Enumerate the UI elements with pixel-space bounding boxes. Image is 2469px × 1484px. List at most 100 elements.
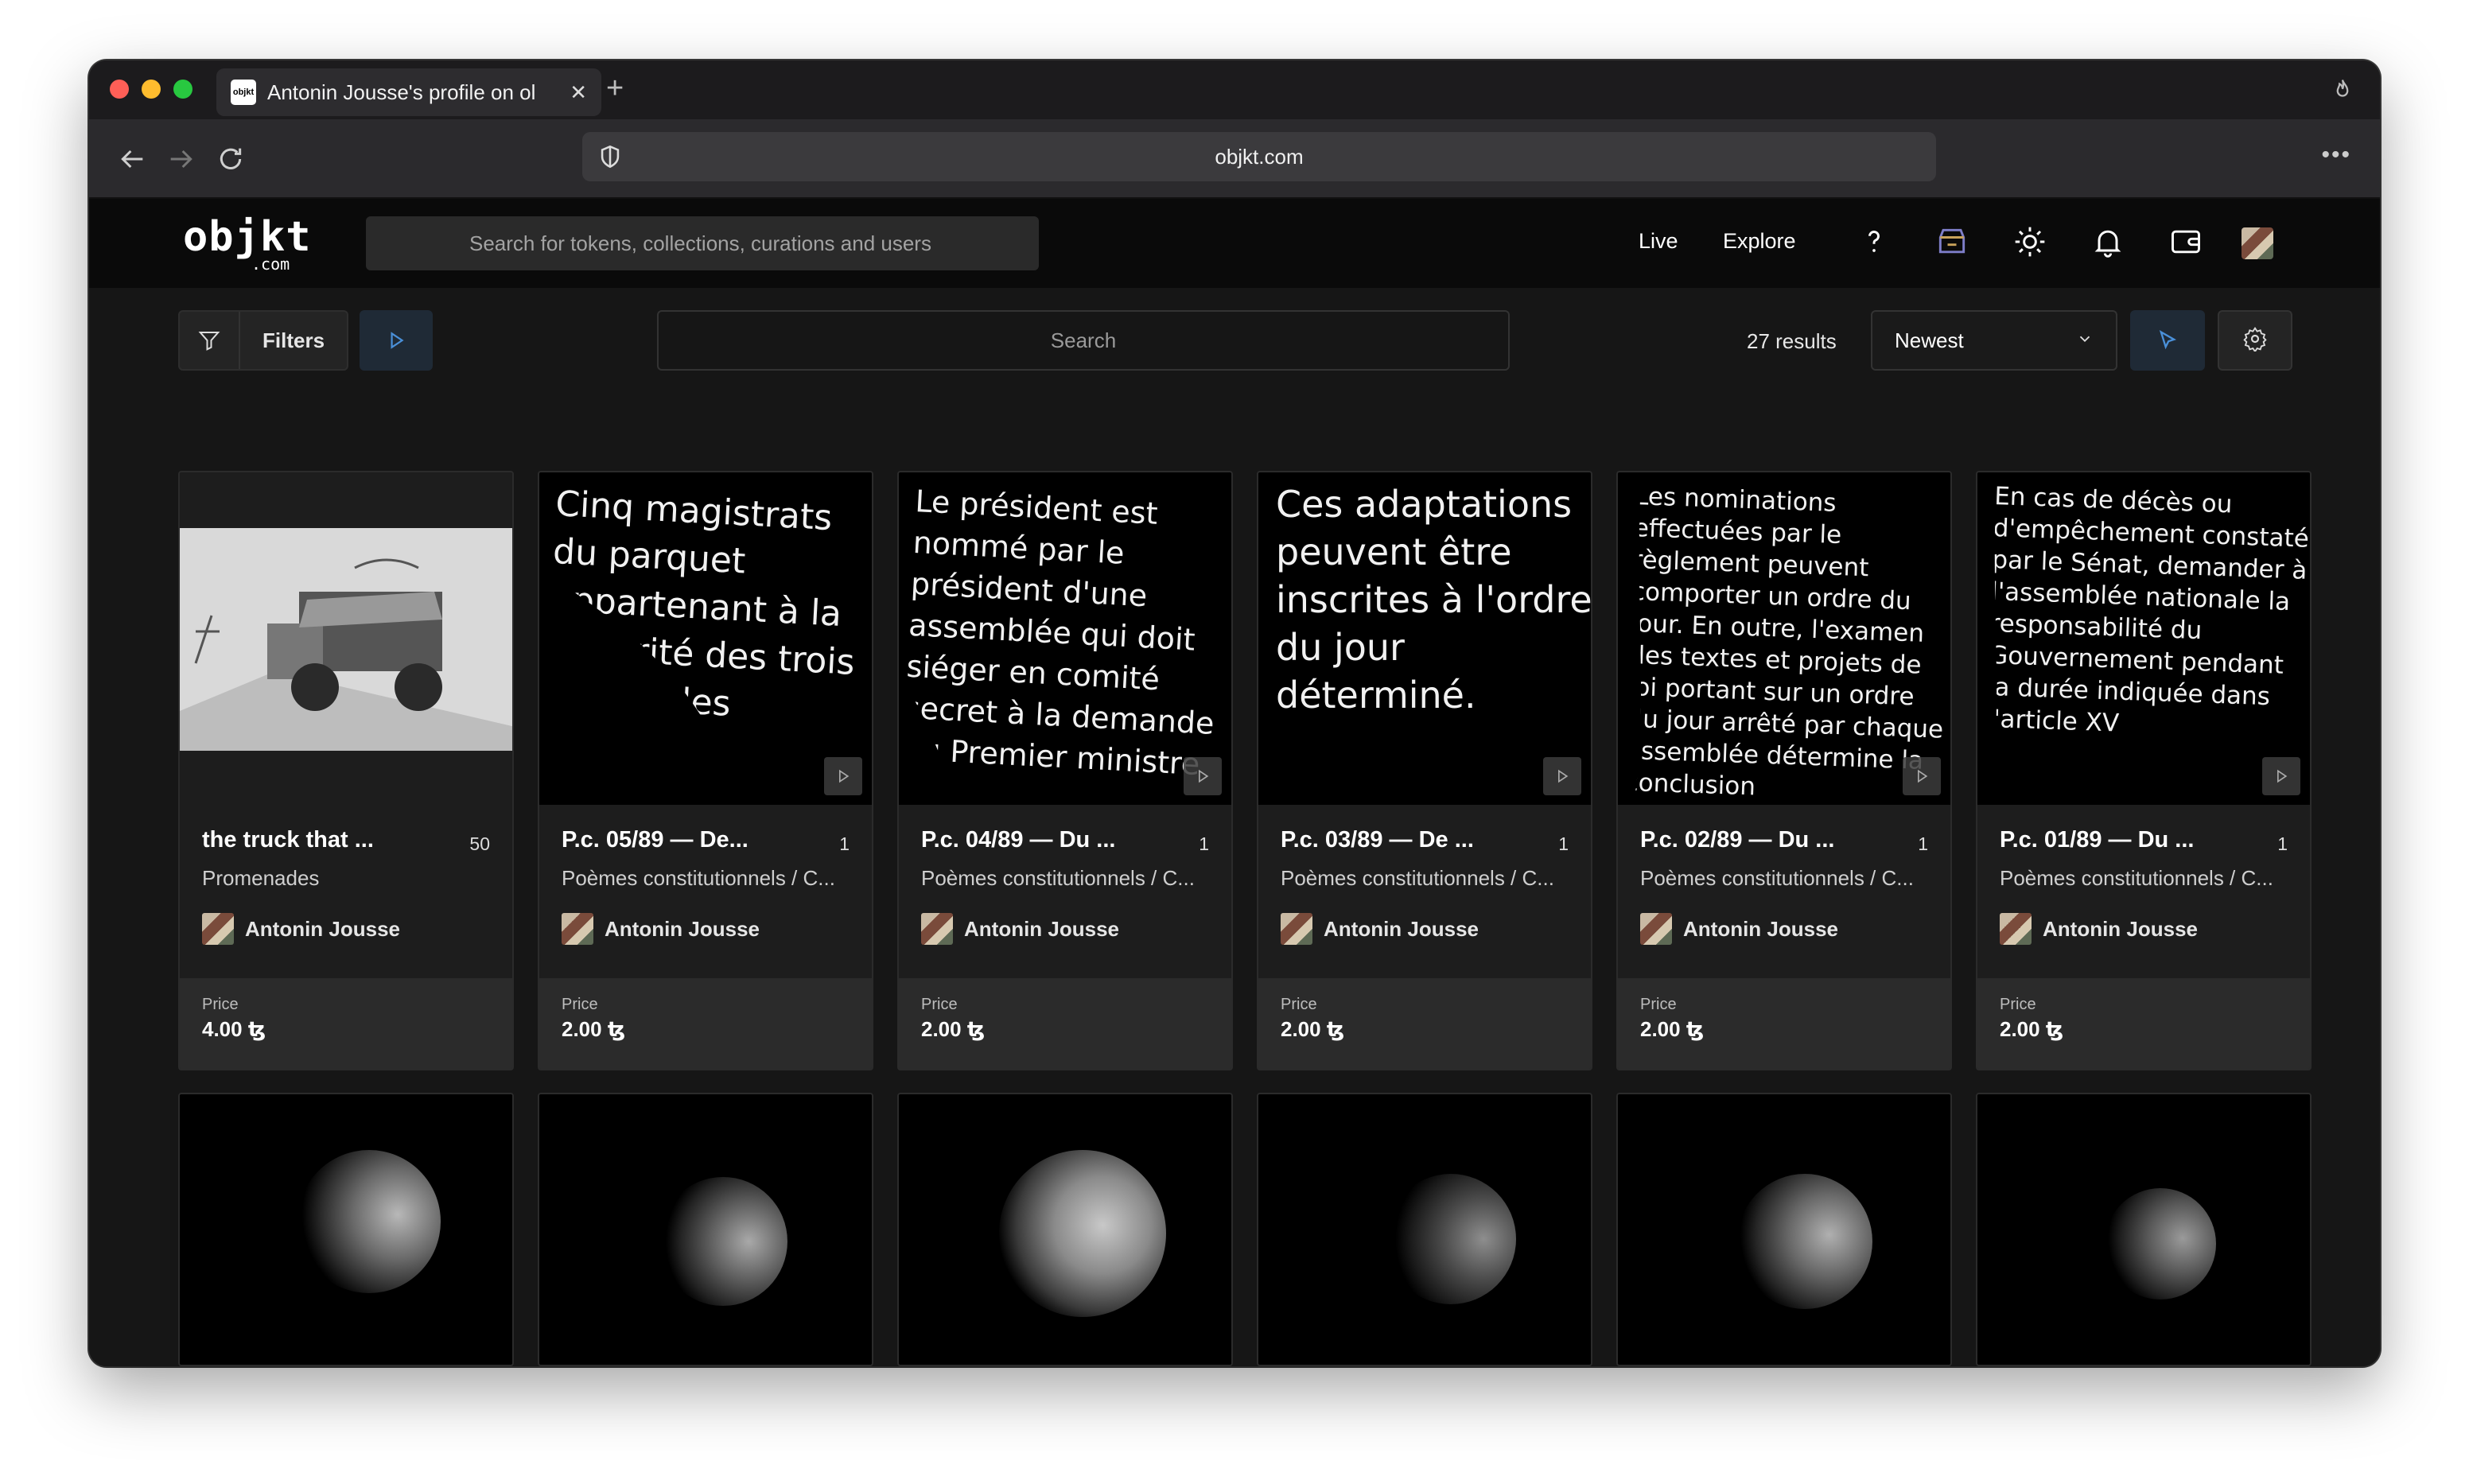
new-tab-button[interactable]: + xyxy=(606,72,624,106)
token-search-input[interactable]: Search xyxy=(657,310,1510,371)
price-value: 2.00 ꜩ xyxy=(562,1017,626,1041)
token-image[interactable] xyxy=(180,472,512,805)
curtain-shadow-shape xyxy=(899,670,962,804)
poem-text-image: Ces adaptations peuvent être inscrites à… xyxy=(1276,483,1591,717)
token-image[interactable] xyxy=(1258,1094,1591,1365)
play-icon[interactable] xyxy=(2262,757,2300,795)
nav-live[interactable]: Live xyxy=(1639,229,1678,254)
filters-label: Filters xyxy=(262,328,325,352)
more-menu-icon[interactable]: ••• xyxy=(2321,142,2351,169)
token-image[interactable] xyxy=(1618,1094,1950,1365)
artist-link[interactable]: Antonin Jousse xyxy=(1640,913,1928,945)
shield-icon[interactable] xyxy=(597,143,624,176)
results-count: 27 results xyxy=(1747,329,1837,353)
token-image[interactable] xyxy=(180,1094,512,1365)
sort-select[interactable]: Newest xyxy=(1871,310,2117,371)
collection-name[interactable]: Poèmes constitutionnels / C... xyxy=(1281,866,1569,891)
artist-link[interactable]: Antonin Jousse xyxy=(202,913,490,945)
price-value: 4.00 ꜩ xyxy=(202,1017,266,1041)
token-image[interactable]: Ces adaptations peuvent être inscrites à… xyxy=(1258,472,1591,805)
truck-sketch-image xyxy=(180,528,512,751)
token-card[interactable]: Les nominations effectuées par le règlem… xyxy=(1616,471,1952,1070)
forward-arrow-icon[interactable] xyxy=(165,143,197,179)
objkt-logo[interactable]: objkt .com xyxy=(183,216,312,274)
marketplace-icon[interactable] xyxy=(1934,224,1969,263)
browser-toolbar: objkt.com ••• xyxy=(89,119,2380,199)
artist-link[interactable]: Antonin Jousse xyxy=(921,913,1209,945)
nav-explore[interactable]: Explore xyxy=(1723,229,1796,254)
edition-count: 50 xyxy=(469,833,490,854)
artist-link[interactable]: Antonin Jousse xyxy=(1281,913,1569,945)
artist-link[interactable]: Antonin Jousse xyxy=(562,913,850,945)
token-title[interactable]: P.c. 04/89 — Du ... xyxy=(921,827,1160,853)
play-icon[interactable] xyxy=(824,757,862,795)
edition-count: 1 xyxy=(1199,833,1209,854)
token-card[interactable] xyxy=(1616,1093,1952,1366)
play-icon[interactable] xyxy=(1543,757,1581,795)
sort-value: Newest xyxy=(1895,328,1964,352)
browser-tab[interactable]: objkt Antonin Jousse's profile on ol ✕ xyxy=(216,68,601,116)
avatar xyxy=(2000,913,2032,945)
token-card[interactable] xyxy=(1976,1093,2312,1366)
moon-image xyxy=(297,1150,441,1293)
collection-name[interactable]: Poèmes constitutionnels / C... xyxy=(921,866,1209,891)
token-card[interactable]: the truck that ... 50 Promenades Antonin… xyxy=(178,471,514,1070)
select-mode-button[interactable] xyxy=(2130,310,2205,371)
token-image[interactable] xyxy=(899,1094,1231,1365)
token-image[interactable]: Les nominations effectuées par le règlem… xyxy=(1618,472,1950,805)
wallet-icon[interactable] xyxy=(2168,224,2203,263)
play-icon[interactable] xyxy=(1903,757,1941,795)
token-card[interactable] xyxy=(897,1093,1233,1366)
maximize-window-button[interactable] xyxy=(173,80,192,99)
token-title[interactable]: the truck that ... xyxy=(202,827,441,853)
avatar xyxy=(1640,913,1672,945)
site-search-input[interactable]: Search for tokens, collections, curation… xyxy=(366,216,1039,270)
help-icon[interactable] xyxy=(1857,224,1892,263)
moon-image xyxy=(999,1150,1166,1317)
user-avatar[interactable] xyxy=(2242,227,2273,259)
artist-link[interactable]: Antonin Jousse xyxy=(2000,913,2288,945)
address-bar[interactable]: objkt.com xyxy=(582,132,1936,181)
token-image[interactable]: Cinq magistrats du parquet appartenant à… xyxy=(539,472,872,805)
token-card[interactable]: En cas de décès ou d'empêchement constat… xyxy=(1976,471,2312,1070)
autoplay-toggle-button[interactable] xyxy=(360,310,433,371)
tab-title: Antonin Jousse's profile on ol xyxy=(267,80,536,104)
token-title[interactable]: P.c. 05/89 — De... xyxy=(562,827,800,853)
avatar xyxy=(202,913,234,945)
collection-name[interactable]: Poèmes constitutionnels / C... xyxy=(1640,866,1928,891)
collection-name[interactable]: Poèmes constitutionnels / C... xyxy=(562,866,850,891)
token-card[interactable]: Ces adaptations peuvent être inscrites à… xyxy=(1257,471,1592,1070)
bell-icon[interactable] xyxy=(2090,224,2125,263)
token-card[interactable] xyxy=(178,1093,514,1366)
token-title[interactable]: P.c. 02/89 — Du ... xyxy=(1640,827,1879,853)
price-section: Price 4.00 ꜩ xyxy=(180,978,512,1069)
token-image[interactable] xyxy=(539,1094,872,1365)
theme-sun-icon[interactable] xyxy=(2012,224,2047,263)
token-card[interactable]: Cinq magistrats du parquet appartenant à… xyxy=(538,471,873,1070)
avatar xyxy=(1281,913,1312,945)
close-window-button[interactable] xyxy=(110,80,129,99)
favicon-icon: objkt xyxy=(231,80,256,105)
curtain-shadow-shape xyxy=(539,568,745,804)
reload-icon[interactable] xyxy=(215,143,247,179)
back-arrow-icon[interactable] xyxy=(116,143,148,179)
price-value: 2.00 ꜩ xyxy=(2000,1017,2064,1041)
site-header: objkt .com Search for tokens, collection… xyxy=(89,199,2380,288)
token-image[interactable]: Le président est nommé par le président … xyxy=(899,472,1231,805)
token-image[interactable]: En cas de décès ou d'empêchement constat… xyxy=(1977,472,2310,805)
price-section: Price 2.00 ꜩ xyxy=(539,978,872,1069)
close-tab-icon[interactable]: ✕ xyxy=(570,80,587,105)
token-image[interactable] xyxy=(1977,1094,2310,1365)
play-icon[interactable] xyxy=(1184,757,1222,795)
token-title[interactable]: P.c. 01/89 — Du ... xyxy=(2000,827,2238,853)
minimize-window-button[interactable] xyxy=(142,80,161,99)
token-card[interactable] xyxy=(538,1093,873,1366)
collection-name[interactable]: Poèmes constitutionnels / C... xyxy=(2000,866,2288,891)
token-card[interactable] xyxy=(1257,1093,1592,1366)
flame-icon[interactable] xyxy=(2331,78,2354,106)
collection-name[interactable]: Promenades xyxy=(202,866,490,891)
token-card[interactable]: Le président est nommé par le président … xyxy=(897,471,1233,1070)
settings-button[interactable] xyxy=(2218,310,2292,371)
token-title[interactable]: P.c. 03/89 — De ... xyxy=(1281,827,1519,853)
filters-button[interactable]: Filters xyxy=(178,310,348,371)
